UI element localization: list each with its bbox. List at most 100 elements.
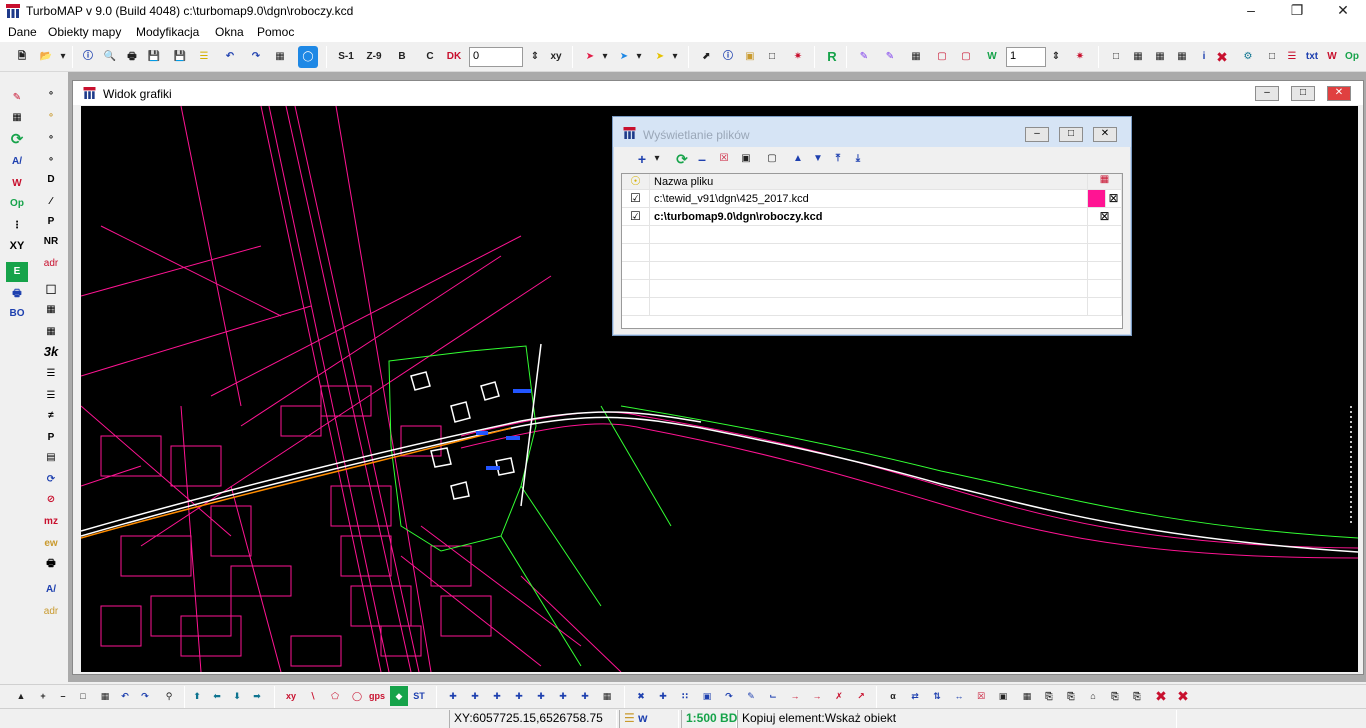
menu-okna[interactable]: Okna xyxy=(215,25,244,39)
palette-icon[interactable]: ✷ xyxy=(788,46,808,68)
gps-button[interactable]: gps xyxy=(368,686,386,706)
parcel-p-icon[interactable]: P xyxy=(40,212,62,232)
clone-tool-icon[interactable]: ⎘ xyxy=(1106,686,1124,706)
arrow-right-icon[interactable]: ➡ xyxy=(248,686,266,706)
pencil-icon[interactable]: ✎ xyxy=(6,88,28,108)
move-down-icon[interactable]: ▼ xyxy=(809,149,827,169)
scale-s1-button[interactable]: S-1 xyxy=(336,46,356,68)
edit-tool-5-icon[interactable]: ↷ xyxy=(720,686,738,706)
redo-view-icon[interactable]: ↷ xyxy=(136,686,154,706)
color-wheel-icon[interactable]: ✷ xyxy=(1070,46,1090,68)
menu-obiekty-mapy[interactable]: Obiekty mapy xyxy=(48,25,121,39)
pan-icon[interactable]: ▲ xyxy=(12,686,30,706)
arrow-down-icon[interactable]: ⬇ xyxy=(228,686,246,706)
arrow-left-icon[interactable]: ⬅ xyxy=(208,686,226,706)
e-left-button[interactable]: E xyxy=(6,262,28,282)
p-box-icon[interactable]: P xyxy=(40,428,62,448)
w-button[interactable]: W xyxy=(1322,46,1342,68)
zoom-window-icon[interactable]: □ xyxy=(74,686,92,706)
open-folder-icon[interactable]: 📂 xyxy=(36,46,56,68)
blue-pin-icon[interactable]: ➤ xyxy=(614,46,634,68)
scale-z9-button[interactable]: Z-9 xyxy=(364,46,384,68)
atk-icon[interactable]: A/ xyxy=(6,152,28,172)
move-bottom-icon[interactable]: ⤓ xyxy=(849,149,867,169)
dialog-minimize-button[interactable]: – xyxy=(1025,127,1049,142)
atk-lower-icon[interactable]: A/ xyxy=(40,580,62,600)
ew-left-button[interactable]: ew xyxy=(40,534,62,554)
frame-select-icon[interactable]: □ xyxy=(1262,46,1282,68)
menu-pomoc[interactable]: Pomoc xyxy=(257,25,294,39)
graphics-close-button[interactable]: ✕ xyxy=(1327,86,1351,101)
edit-tool-4-icon[interactable]: ▣ xyxy=(698,686,716,706)
select-objects-icon[interactable]: □ xyxy=(1106,46,1126,68)
refresh-files-icon[interactable]: ⟳ xyxy=(673,149,691,169)
op-button[interactable]: Op xyxy=(1342,46,1362,68)
edit-layer-icon[interactable]: ✎ xyxy=(854,46,874,68)
file-row-1-name[interactable]: c:\tewid_v91\dgn\425_2017.kcd xyxy=(650,190,1088,208)
node-edit-icon[interactable]: ∘ xyxy=(40,106,62,126)
green-area-icon[interactable]: ◆ xyxy=(390,686,408,706)
refresh-icon[interactable]: ⟳ xyxy=(6,130,28,150)
object-table-icon[interactable]: ▦ xyxy=(906,46,926,68)
node-tool-4-icon[interactable]: ✚ xyxy=(510,686,528,706)
columns-tool-icon[interactable]: ▦ xyxy=(1018,686,1036,706)
new-sheet-icon[interactable]: ◻ xyxy=(40,278,62,298)
chevron-down-icon[interactable]: ▾ xyxy=(651,149,663,169)
stretch-tool-icon[interactable]: ↔ xyxy=(950,686,968,706)
node-numbering-icon[interactable]: ∘ xyxy=(40,84,62,104)
file-row-1-color[interactable] xyxy=(1088,190,1106,208)
edit-tool-7-icon[interactable]: ⌙ xyxy=(764,686,782,706)
txt-button[interactable]: txt xyxy=(1302,46,1322,68)
info-icon[interactable]: ⓘ xyxy=(78,46,98,68)
status-scale[interactable]: 1:500 BD xyxy=(681,710,737,728)
zoom-extent-icon[interactable]: ▦ xyxy=(96,686,114,706)
spin-arrows-icon[interactable]: ⇕ xyxy=(1046,46,1066,68)
remove-file-icon[interactable]: – xyxy=(693,149,711,169)
print-preview-icon[interactable]: 🔍 xyxy=(100,46,120,68)
add-file-icon[interactable]: + xyxy=(633,149,651,169)
edit-tool-9-icon[interactable]: → xyxy=(808,686,826,706)
pointer-icon[interactable]: ⬈ xyxy=(696,46,716,68)
node-order-icon[interactable]: ∘ xyxy=(40,128,62,148)
w-mark-icon[interactable]: W xyxy=(6,174,28,194)
list-icon[interactable]: ☰ xyxy=(1282,46,1302,68)
new-file-icon[interactable]: 🗎 xyxy=(12,46,32,68)
align-icon[interactable]: ☰ xyxy=(40,364,62,384)
node-tool-5-icon[interactable]: ✚ xyxy=(532,686,550,706)
menu-dane[interactable]: Dane xyxy=(8,25,37,39)
file-row-1-checkbox[interactable]: ☑ xyxy=(622,190,650,208)
node-tool-2-icon[interactable]: ✚ xyxy=(466,686,484,706)
circle-icon[interactable]: ◯ xyxy=(348,686,366,706)
bo-left-button[interactable]: BO xyxy=(6,304,28,324)
node-tool-6-icon[interactable]: ✚ xyxy=(554,686,572,706)
edit-tool-11-icon[interactable]: ↗ xyxy=(852,686,870,706)
red-pin-icon[interactable]: ➤ xyxy=(580,46,600,68)
close-button[interactable]: ✕ xyxy=(1320,0,1366,22)
delete-x-icon[interactable]: ✖ xyxy=(1212,46,1232,68)
network-icon[interactable]: ⚙ xyxy=(1238,46,1258,68)
merge-tool-icon[interactable]: ⇄ xyxy=(906,686,924,706)
dialog-close-button[interactable]: ✕ xyxy=(1093,127,1117,142)
adr-left-button[interactable]: adr xyxy=(40,254,62,274)
edit-tool-10-icon[interactable]: ✗ xyxy=(830,686,848,706)
table-111-icon[interactable]: ▦ xyxy=(40,300,62,320)
chevron-down-icon[interactable]: ▾ xyxy=(634,46,644,68)
edit-tool-6-icon[interactable]: ✎ xyxy=(742,686,760,706)
transform-icon[interactable]: ⟳ xyxy=(40,470,62,490)
cut-tool-icon[interactable]: ☒ xyxy=(972,686,990,706)
r-button[interactable]: R xyxy=(822,46,842,68)
extent-icon[interactable]: ▢ xyxy=(763,149,781,169)
globe-icon[interactable]: ◯ xyxy=(298,46,318,68)
polygon-icon[interactable]: ⬠ xyxy=(326,686,344,706)
layers-panel-icon[interactable]: ▦ xyxy=(6,108,28,128)
printer-queue-icon[interactable]: 🖶 xyxy=(6,284,28,304)
node-tool-3-icon[interactable]: ✚ xyxy=(488,686,506,706)
adr-edit-button[interactable]: adr xyxy=(40,602,62,622)
split-tool-icon[interactable]: ⇅ xyxy=(928,686,946,706)
file-row-2-symbol-icon[interactable]: ⊠ xyxy=(1088,208,1122,226)
minimize-button[interactable]: – xyxy=(1228,0,1274,22)
st-button[interactable]: ST xyxy=(410,686,428,706)
delete-icon[interactable]: ✖ xyxy=(1152,686,1170,706)
delete-confirm-icon[interactable]: ✖ xyxy=(1174,686,1192,706)
coordinate-spin-input[interactable]: 0 xyxy=(469,47,523,67)
